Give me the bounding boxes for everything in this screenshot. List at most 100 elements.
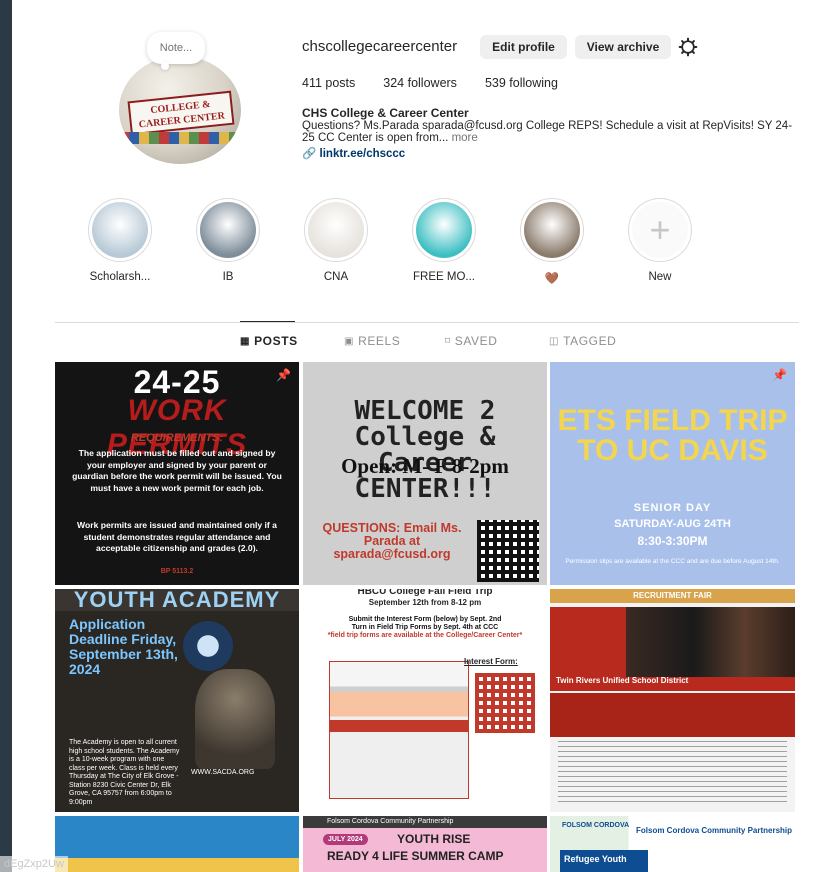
bio-text-body: Questions? Ms.Parada sparada@fcusd.org C… bbox=[302, 120, 793, 144]
bio-name: CHS College & Career Center bbox=[302, 106, 469, 120]
edit-profile-button[interactable]: Edit profile bbox=[480, 35, 567, 59]
avatar-area: Note... COLLEGE & CAREER CENTER bbox=[107, 28, 247, 168]
post-text-questions: QUESTIONS: Email Ms. Parada at sparada@f… bbox=[322, 521, 462, 561]
post-text-foot: BP 5113.2 bbox=[160, 568, 194, 575]
post-refugee-youth[interactable]: FOLSOM CORDOVA Folsom Cordova Community … bbox=[550, 816, 795, 872]
highlight-label: 🤎 bbox=[544, 273, 560, 285]
tab-posts[interactable]: ▦ POSTS bbox=[240, 334, 298, 348]
following-count[interactable]: 539 following bbox=[485, 76, 558, 90]
post-text-senior: SENIOR DAY bbox=[633, 502, 712, 514]
post-uc-davis[interactable]: ETS FIELD TRIP TO UC DAVIS SENIOR DAY SA… bbox=[550, 362, 795, 585]
post-hbcu-trip[interactable]: HBCU College Fall Field Trip September 1… bbox=[303, 589, 547, 812]
post-blue-flyer[interactable] bbox=[55, 816, 299, 872]
post-text-org: Folsom Cordova Community Partnership bbox=[303, 816, 547, 828]
step-1: Submit the Interest Form (below) by Sept… bbox=[348, 616, 502, 623]
note-bubble[interactable]: Note... bbox=[147, 32, 205, 70]
welcome-line1: WELCOME 2 bbox=[354, 396, 496, 426]
post-text-title: YOUTH RISE bbox=[397, 832, 471, 846]
username: chscollegecareercenter bbox=[302, 38, 458, 55]
highlight-label: IB bbox=[222, 271, 234, 283]
post-text-form: Interest Form: bbox=[464, 657, 518, 666]
post-text-steps: Submit the Interest Form (below) by Sept… bbox=[309, 616, 541, 640]
highlight-image bbox=[524, 202, 580, 258]
tab-tagged[interactable]: ◫ TAGGED bbox=[549, 334, 616, 348]
reels-icon: ▣ bbox=[344, 335, 355, 347]
post-recruitment-fair[interactable]: RECRUITMENT FAIR Twin Rivers Unified Sch… bbox=[550, 589, 795, 812]
highlight-free-mo[interactable]: FREE MO... bbox=[406, 198, 482, 283]
graduates-photo bbox=[626, 607, 795, 677]
seal-image bbox=[183, 621, 233, 671]
tab-label: TAGGED bbox=[563, 334, 617, 348]
profile-stats: 411 posts 324 followers 539 following bbox=[302, 76, 586, 90]
qr-code-image bbox=[475, 673, 535, 733]
post-text-open: Open: M- F 8-2pm bbox=[341, 454, 509, 478]
post-text-body: The application must be filled out and s… bbox=[72, 448, 282, 493]
post-text-requirements: REQUIREMENTS: bbox=[130, 432, 224, 444]
profile-tabs: ▦ POSTS ▣ REELS ⌑ SAVED ◫ TAGGED bbox=[55, 334, 799, 352]
bio-text: Questions? Ms.Parada sparada@fcusd.org C… bbox=[302, 120, 802, 144]
highlight-new[interactable]: + New bbox=[622, 198, 698, 283]
avatar-sign-text: COLLEGE & CAREER CENTER bbox=[127, 90, 235, 136]
active-tab-indicator bbox=[240, 321, 295, 322]
bio-link-text[interactable]: linktr.ee/chsccc bbox=[320, 148, 406, 160]
followers-count[interactable]: 324 followers bbox=[383, 76, 457, 90]
post-text-date: JULY 2024 bbox=[323, 834, 368, 845]
profile-page: Note... COLLEGE & CAREER CENTER chscolle… bbox=[12, 0, 816, 872]
grid-icon: ▦ bbox=[240, 335, 251, 347]
highlight-image bbox=[200, 202, 256, 258]
highlight-ring bbox=[412, 198, 476, 262]
tab-saved[interactable]: ⌑ SAVED bbox=[445, 334, 498, 348]
post-text-sub: READY 4 LIFE SUMMER CAMP bbox=[327, 849, 504, 863]
highlight-ring: + bbox=[628, 198, 692, 262]
post-youth-academy[interactable]: YOUTH ACADEMY Application Deadline Frida… bbox=[55, 589, 299, 812]
tab-label: POSTS bbox=[254, 334, 298, 348]
step-2: Turn in Field Trip Forms by Sept. 4th at… bbox=[351, 624, 499, 631]
post-welcome[interactable]: WELCOME 2 College & Career CENTER!!! Ope… bbox=[303, 362, 547, 585]
highlight-ib[interactable]: IB bbox=[190, 198, 266, 283]
highlight-ring bbox=[88, 198, 152, 262]
post-text-district: Twin Rivers Unified School District bbox=[556, 676, 689, 685]
welcome-line3: CENTER!!! bbox=[354, 474, 496, 504]
plus-icon: + bbox=[632, 202, 688, 258]
tab-reels[interactable]: ▣ REELS bbox=[344, 334, 400, 348]
tag-icon: ◫ bbox=[549, 335, 560, 347]
post-work-permits[interactable]: 24-25 WORK PERMITS REQUIREMENTS: The app… bbox=[55, 362, 299, 585]
highlight-ring bbox=[520, 198, 584, 262]
post-text-header: RECRUITMENT FAIR bbox=[550, 589, 795, 603]
highlight-label: FREE MO... bbox=[413, 271, 475, 283]
post-text-note: Permission slips are available at the CC… bbox=[565, 558, 780, 565]
qr-code-image bbox=[477, 520, 539, 582]
bio-more-link[interactable]: more bbox=[452, 132, 478, 144]
highlight-label: Scholarsh... bbox=[89, 271, 151, 283]
bio-link[interactable]: 🔗 linktr.ee/chsccc bbox=[302, 146, 405, 160]
avatar-shelf bbox=[119, 132, 241, 144]
gear-icon[interactable] bbox=[678, 37, 698, 57]
post-text-web: WWW.SACDA.ORG bbox=[191, 769, 255, 776]
watermark-text: dEgZxp2Uw bbox=[0, 856, 68, 872]
post-text-title: HBCU College Fall Field Trip bbox=[357, 589, 493, 597]
tabs-divider bbox=[55, 322, 799, 323]
highlight-image bbox=[308, 202, 364, 258]
post-text-time: 8:30-3:30PM bbox=[637, 534, 708, 548]
bookmark-icon: ⌑ bbox=[445, 335, 451, 347]
flyer-band bbox=[330, 720, 468, 732]
highlight-label: New bbox=[648, 271, 672, 283]
highlight-label: CNA bbox=[323, 271, 349, 283]
highlight-scholarships[interactable]: Scholarsh... bbox=[82, 198, 158, 283]
highlight-image bbox=[416, 202, 472, 258]
post-text-deadline: Application Deadline Friday, September 1… bbox=[69, 616, 178, 677]
pin-icon: 📌 bbox=[276, 368, 291, 382]
post-text-title: YOUTH ACADEMY bbox=[55, 589, 299, 611]
highlight-heart[interactable]: 🤎 bbox=[514, 198, 590, 285]
avatar[interactable]: COLLEGE & CAREER CENTER bbox=[119, 56, 241, 164]
red-panel bbox=[550, 693, 795, 737]
post-text-sub: September 12th from 8-12 pm bbox=[368, 598, 482, 607]
highlight-cna[interactable]: CNA bbox=[298, 198, 374, 283]
post-youth-rise[interactable]: Folsom Cordova Community Partnership JUL… bbox=[303, 816, 547, 872]
statue-image bbox=[195, 669, 275, 769]
post-text-org: Folsom Cordova Community Partnership bbox=[636, 826, 793, 835]
story-highlights: Scholarsh... IB CNA FREE MO... 🤎 + New bbox=[82, 198, 702, 288]
tab-label: SAVED bbox=[454, 334, 498, 348]
info-panel bbox=[550, 607, 626, 677]
view-archive-button[interactable]: View archive bbox=[575, 35, 671, 59]
